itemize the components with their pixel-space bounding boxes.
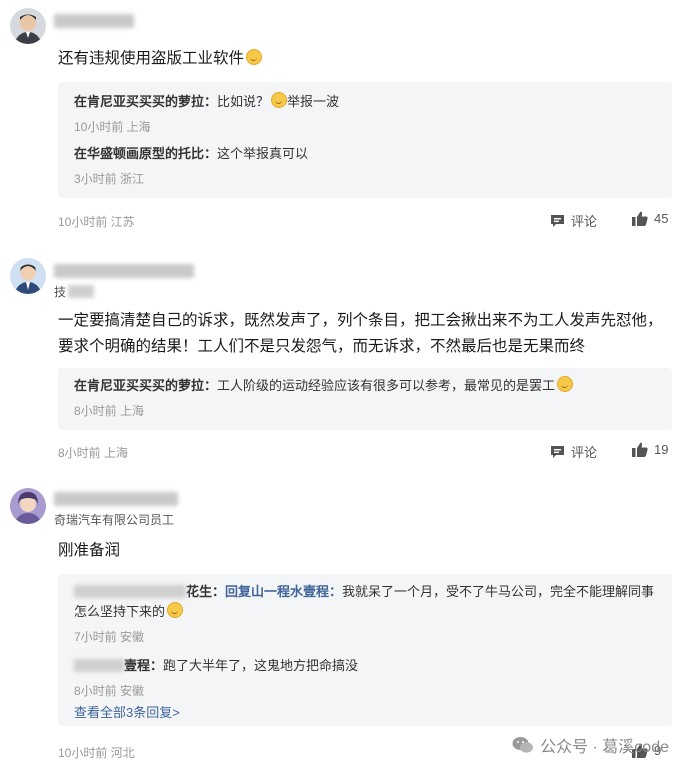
comment-button-label: 评论 bbox=[571, 445, 598, 460]
avatar[interactable] bbox=[10, 8, 46, 44]
thumbs-up-icon bbox=[632, 211, 648, 226]
reply-meta: 7小时前 安徽 bbox=[74, 630, 145, 644]
reply-author[interactable]: 在华盛顿画原型的托比： bbox=[74, 146, 217, 161]
username-redacted bbox=[54, 14, 134, 28]
grin-emoji-icon bbox=[271, 92, 288, 108]
avatar-man-icon bbox=[10, 8, 46, 44]
view-all-replies-label: 查看全部3条回复> bbox=[74, 705, 180, 720]
view-all-replies-link[interactable]: 查看全部3条回复> bbox=[74, 702, 658, 722]
like-button[interactable]: 19 bbox=[632, 442, 668, 457]
reply-item: 在肯尼亚买买买的萝拉：工人阶级的运动经验应该有很多可以参考，最常见的是罢工 8小… bbox=[74, 376, 658, 419]
comment-text: 刚准备润 bbox=[58, 542, 121, 559]
like-count: 19 bbox=[654, 442, 669, 457]
comment-item: 技 一定要搞清楚自己的诉求，既然发声了，列个条目，把工会揪出来不为工人发声先怼他… bbox=[0, 250, 691, 470]
comment-item: 奇瑞汽车有限公司员工 刚准备润 花生：回复山一程水壹程：我就呆了一个月，受不了牛… bbox=[0, 480, 691, 771]
reply-box: 在肯尼亚买买买的萝拉：比如说？ 举报一波 10小时前 上海 在华盛顿画原型的托比：… bbox=[58, 82, 672, 198]
user-badge: 技 bbox=[54, 283, 95, 300]
comment-text: 还有违规使用盗版工业软件 bbox=[58, 46, 663, 72]
comment-text: 一定要搞清楚自己的诉求，既然发声了，列个条目，把工会揪出来不为工人发声先怼他，要… bbox=[58, 312, 663, 355]
reply-meta: 8小时前 上海 bbox=[74, 404, 145, 418]
reply-item: 在华盛顿画原型的托比：这个举报真可以 3小时前 浙江 bbox=[74, 144, 658, 187]
comment-button-label: 评论 bbox=[571, 214, 598, 229]
reply-content-tail: 举报一波 bbox=[287, 94, 340, 109]
grin-emoji-icon bbox=[246, 49, 263, 65]
reply-meta: 3小时前 浙江 bbox=[74, 172, 145, 186]
reply-box: 花生：回复山一程水壹程：我就呆了一个月，受不了牛马公司，完全不能理解同事怎么坚持… bbox=[58, 574, 672, 726]
reply-content: 这个举报真可以 bbox=[217, 146, 309, 161]
reply-item: 花生：回复山一程水壹程：我就呆了一个月，受不了牛马公司，完全不能理解同事怎么坚持… bbox=[74, 582, 658, 645]
reply-author[interactable]: 在肯尼亚买买买的萝拉： bbox=[74, 94, 217, 109]
reply-author[interactable]: 壹程： bbox=[124, 658, 163, 673]
reply-box: 在肯尼亚买买买的萝拉：工人阶级的运动经验应该有很多可以参考，最常见的是罢工 8小… bbox=[58, 368, 672, 430]
reply-meta: 10小时前 上海 bbox=[74, 120, 151, 134]
comment-meta: 10小时前 江苏 bbox=[58, 215, 135, 229]
reply-content: 跑了大半年了，这鬼地方把命搞没 bbox=[163, 658, 359, 673]
comment-button[interactable]: 评论 bbox=[550, 211, 597, 230]
reply-content: 比如说？ bbox=[217, 94, 270, 109]
comment-button[interactable]: 评论 bbox=[550, 442, 597, 461]
reply-meta: 8小时前 安徽 bbox=[74, 684, 145, 698]
comment-item: 还有违规使用盗版工业软件 在肯尼亚买买买的萝拉：比如说？ 举报一波 10小时前 上… bbox=[0, 0, 691, 240]
like-count: 45 bbox=[654, 211, 669, 226]
comment-meta: 10小时前 河北 bbox=[58, 746, 135, 760]
reply-author-redacted bbox=[74, 585, 186, 598]
user-badge: 奇瑞汽车有限公司员工 bbox=[54, 513, 175, 527]
watermark-text: 公众号 · 葛溪code bbox=[540, 739, 669, 756]
username-redacted bbox=[54, 264, 194, 278]
watermark: 公众号 · 葛溪code bbox=[512, 733, 669, 757]
avatar[interactable] bbox=[10, 258, 46, 294]
grin-emoji-icon bbox=[557, 376, 574, 392]
avatar[interactable] bbox=[10, 488, 46, 524]
reply-author-redacted bbox=[74, 659, 124, 672]
reply-author[interactable]: 花生： bbox=[186, 584, 225, 599]
reply-item: 壹程：跑了大半年了，这鬼地方把命搞没 8小时前 安徽 bbox=[74, 656, 658, 699]
comment-icon bbox=[551, 445, 564, 458]
like-button[interactable]: 45 bbox=[632, 211, 668, 226]
comment-meta: 8小时前 上海 bbox=[58, 446, 129, 460]
thumbs-up-icon bbox=[632, 442, 648, 457]
wechat-icon bbox=[512, 737, 534, 753]
reply-author[interactable]: 在肯尼亚买买买的萝拉： bbox=[74, 378, 217, 393]
avatar-man-suit-icon bbox=[10, 258, 46, 294]
reply-item: 在肯尼亚买买买的萝拉：比如说？ 举报一波 10小时前 上海 bbox=[74, 92, 658, 135]
grin-emoji-icon bbox=[167, 602, 184, 618]
username-redacted bbox=[54, 492, 178, 506]
comment-icon bbox=[551, 214, 564, 227]
reply-to-link[interactable]: 回复山一程水壹程： bbox=[225, 584, 342, 599]
avatar-anime-icon bbox=[10, 488, 46, 524]
reply-content: 工人阶级的运动经验应该有很多可以参考，最常见的是罢工 bbox=[217, 378, 556, 393]
